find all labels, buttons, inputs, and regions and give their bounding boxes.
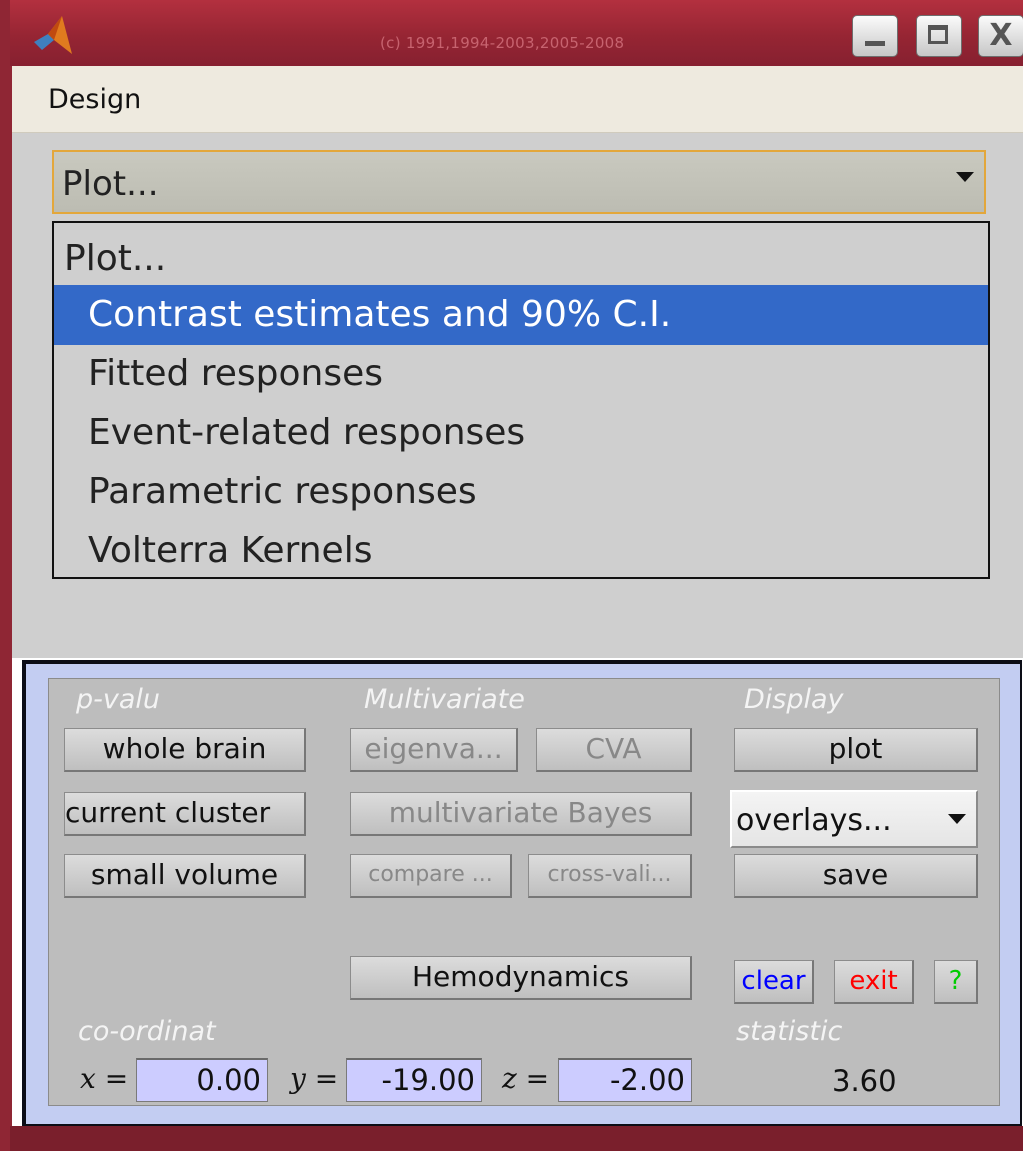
y-coordinate-label: y =	[290, 1062, 339, 1095]
plot-select[interactable]: Plot...	[52, 150, 986, 214]
statistic-value: 3.60	[832, 1064, 897, 1098]
overlays-select[interactable]: overlays...	[730, 790, 978, 848]
dropdown-option-contrast-estimates[interactable]: Contrast estimates and 90% C.I.	[54, 285, 988, 345]
dropdown-option-parametric-responses[interactable]: Parametric responses	[54, 462, 988, 522]
clear-button[interactable]: clear	[734, 960, 814, 1004]
plot-dropdown-list: Plot... Contrast estimates and 90% C.I. …	[52, 221, 990, 579]
window-title: (c) 1991,1994-2003,2005-2008	[380, 34, 625, 52]
close-button[interactable]: X	[978, 15, 1023, 57]
multivariate-label: Multivariate	[364, 684, 525, 715]
maximize-icon	[928, 25, 948, 44]
plot-button[interactable]: plot	[734, 728, 978, 772]
p-value-label: p-valu	[76, 684, 161, 715]
y-coordinate-input[interactable]: -19.00	[346, 1058, 482, 1102]
cva-button[interactable]: CVA	[536, 728, 692, 772]
z-coordinate-label: z =	[502, 1062, 550, 1095]
current-cluster-button[interactable]: current cluster	[64, 792, 306, 836]
dropdown-option-fitted-responses[interactable]: Fitted responses	[54, 344, 988, 404]
minimize-icon	[865, 41, 885, 46]
coordinates-label: co-ordinat	[78, 1016, 216, 1047]
plot-select-value: Plot...	[62, 164, 159, 204]
maximize-button[interactable]	[916, 15, 962, 57]
z-coordinate-input[interactable]: -2.00	[558, 1058, 692, 1102]
x-coordinate-input[interactable]: 0.00	[136, 1058, 268, 1102]
dropdown-option-volterra-kernels[interactable]: Volterra Kernels	[54, 521, 988, 581]
multivariate-bayes-button[interactable]: multivariate Bayes	[350, 792, 692, 836]
dropdown-option-event-related-responses[interactable]: Event-related responses	[54, 403, 988, 463]
chevron-down-icon	[956, 172, 974, 182]
x-coordinate-label: x =	[80, 1062, 129, 1095]
overlays-select-value: overlays...	[736, 803, 892, 838]
close-icon: X	[989, 18, 1013, 53]
whole-brain-button[interactable]: whole brain	[64, 728, 306, 772]
menu-bar: Design	[12, 66, 1023, 133]
minimize-button[interactable]	[852, 15, 898, 57]
cross-validate-button[interactable]: cross-vali...	[528, 854, 692, 898]
dropdown-option-plot[interactable]: Plot...	[54, 229, 998, 289]
background-window-edge	[0, 0, 12, 1151]
chevron-down-icon	[948, 814, 966, 824]
matlab-logo-icon	[34, 16, 72, 54]
compare-button[interactable]: compare ...	[350, 854, 512, 898]
eigenvariate-button[interactable]: eigenva...	[350, 728, 518, 772]
title-bar[interactable]: (c) 1991,1994-2003,2005-2008 X	[10, 0, 1023, 66]
display-label: Display	[744, 684, 844, 715]
save-button[interactable]: save	[734, 854, 978, 898]
hemodynamics-button[interactable]: Hemodynamics	[350, 956, 692, 1000]
background-window-bottom	[10, 1126, 1023, 1151]
small-volume-button[interactable]: small volume	[64, 854, 306, 898]
exit-button[interactable]: exit	[834, 960, 914, 1004]
statistic-label: statistic	[736, 1016, 843, 1047]
menu-design[interactable]: Design	[48, 84, 141, 115]
help-button[interactable]: ?	[934, 960, 978, 1004]
